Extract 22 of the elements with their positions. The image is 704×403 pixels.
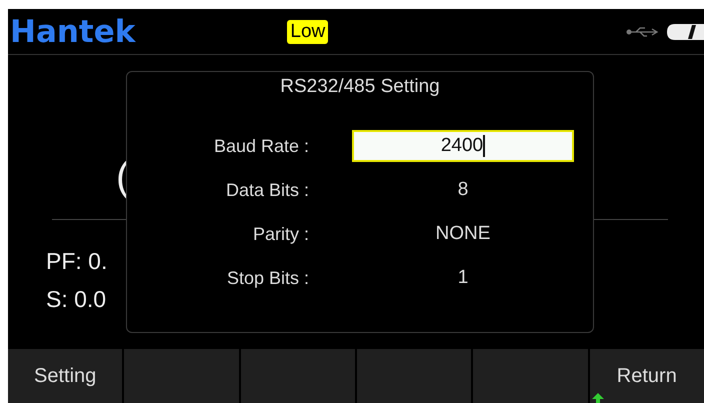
usb-icon <box>626 26 660 38</box>
setting-label: Stop Bits : <box>226 268 309 288</box>
setting-label: Parity : <box>252 224 309 244</box>
apparent-power-reading: S: 0.0 <box>46 286 106 313</box>
baud-rate-field[interactable]: 2400 <box>352 130 574 162</box>
up-arrow-icon <box>592 393 604 403</box>
setting-label: Data Bits : <box>224 180 309 200</box>
setting-value[interactable]: NONE <box>352 218 574 250</box>
blank-softkey[interactable] <box>124 349 239 403</box>
blank-softkey[interactable] <box>356 349 472 403</box>
battery-icon <box>666 22 704 40</box>
setting-value[interactable]: 8 <box>352 174 574 206</box>
return-softkey[interactable]: Return <box>590 349 704 403</box>
setting-label: Baud Rate : <box>212 136 309 156</box>
level-badge: Low <box>287 20 328 44</box>
blank-softkey[interactable] <box>473 349 588 403</box>
hantek-logo: Hantek <box>10 14 136 50</box>
blank-softkey[interactable] <box>240 349 355 403</box>
dialog-title: RS232/485 Setting <box>280 76 440 98</box>
power-factor-reading: PF: 0. <box>46 248 108 275</box>
setting-value[interactable]: 1 <box>352 262 574 294</box>
setting-softkey[interactable]: Setting <box>8 349 122 403</box>
